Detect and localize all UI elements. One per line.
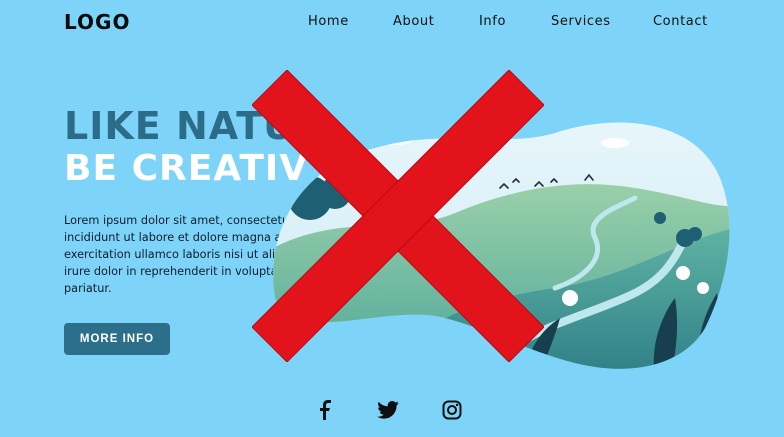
social-links (0, 398, 784, 426)
twitter-icon[interactable] (376, 398, 400, 422)
more-info-button[interactable]: MORE INFO (64, 323, 170, 355)
red-cross-mark (252, 70, 544, 362)
nav-about-link[interactable]: About (393, 14, 434, 29)
instagram-icon[interactable] (440, 398, 464, 422)
nav-services-link[interactable]: Services (551, 14, 611, 29)
main-nav: Home About Info Services Contact (0, 14, 784, 34)
nav-home-link[interactable]: Home (308, 14, 349, 29)
facebook-icon[interactable] (314, 398, 338, 422)
nav-contact-link[interactable]: Contact (653, 14, 708, 29)
nav-info-link[interactable]: Info (479, 14, 506, 29)
